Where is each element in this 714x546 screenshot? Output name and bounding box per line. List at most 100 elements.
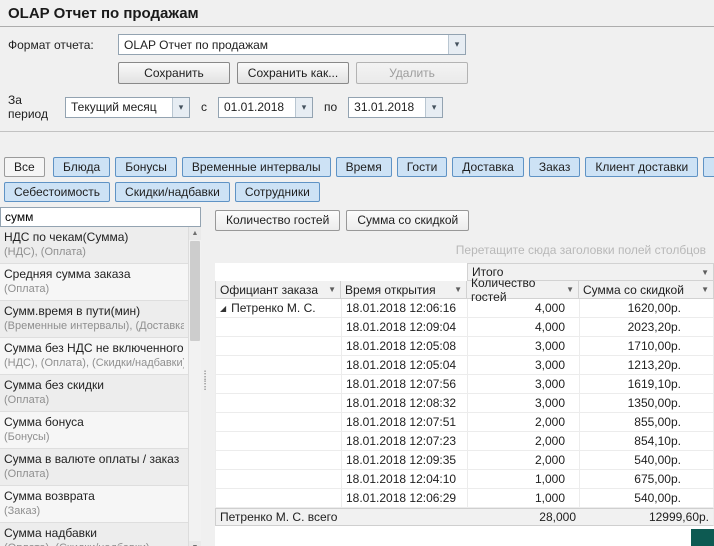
grid-total-header-row: Итого ▼ bbox=[215, 263, 714, 281]
table-row[interactable]: ◢Петренко М. С.18.01.2018 12:06:164,0001… bbox=[216, 299, 714, 318]
column-header-waiter[interactable]: Официант заказа ▼ bbox=[215, 281, 341, 299]
discount-sum-cell: 2023,20р. bbox=[580, 318, 714, 337]
field-list-item[interactable]: Сумма без НДС не включенного в с(НДС), (… bbox=[0, 338, 188, 375]
filter-chip[interactable]: Время bbox=[336, 157, 392, 177]
filter-dropdown-icon[interactable]: ▼ bbox=[328, 285, 336, 294]
filter-chip[interactable]: Клиент доставки bbox=[585, 157, 698, 177]
filter-chip[interactable]: Блюда bbox=[53, 157, 110, 177]
date-from-field[interactable]: 01.01.2018 ▾ bbox=[218, 97, 313, 118]
group-cell bbox=[216, 451, 342, 470]
field-search-input[interactable] bbox=[0, 207, 201, 227]
open-time-cell: 18.01.2018 12:07:23 bbox=[342, 432, 468, 451]
field-category: (Оплата) bbox=[4, 393, 184, 407]
filter-chip[interactable]: Бонусы bbox=[115, 157, 177, 177]
filter-dropdown-icon[interactable]: ▼ bbox=[701, 285, 709, 294]
scrollbar-thumb[interactable] bbox=[190, 241, 200, 341]
guest-count-cell: 3,000 bbox=[468, 356, 580, 375]
field-list-item[interactable]: Сумма надбавки(Оплата), (Скидки/надбавки… bbox=[0, 523, 188, 546]
chevron-down-icon[interactable]: ▾ bbox=[448, 35, 465, 54]
grid-total-row: Петренко М. С. всего 28,000 12999,60р. bbox=[215, 508, 714, 526]
filter-chip[interactable]: Сотрудники bbox=[235, 182, 320, 202]
report-format-value: OLAP Отчет по продажам bbox=[119, 38, 448, 52]
guest-count-cell: 2,000 bbox=[468, 432, 580, 451]
field-name: Сумм.время в пути(мин) bbox=[4, 304, 184, 319]
column-header-guest-count[interactable]: Количество гостей ▼ bbox=[467, 281, 579, 299]
field-panel: НДС по чекам(Сумма)(НДС), (Оплата)Средня… bbox=[0, 207, 201, 546]
group-cell: ◢ Петренко М. С. bbox=[216, 299, 342, 318]
table-row[interactable]: 18.01.2018 12:05:043,0001213,20р. bbox=[216, 356, 714, 375]
discount-sum-cell: 1350,00р. bbox=[580, 394, 714, 413]
field-list: НДС по чекам(Сумма)(НДС), (Оплата)Средня… bbox=[0, 227, 188, 546]
column-header-label: Время открытия bbox=[345, 283, 436, 297]
field-list-item[interactable]: Сумм.время в пути(мин)(Временные интерва… bbox=[0, 301, 188, 338]
measure-chip[interactable]: Количество гостей bbox=[215, 210, 340, 231]
discount-sum-cell: 1710,00р. bbox=[580, 337, 714, 356]
field-list-item[interactable]: Сумма без скидки(Оплата) bbox=[0, 375, 188, 412]
expand-icon[interactable]: ◢ bbox=[220, 304, 226, 313]
group-cell bbox=[216, 375, 342, 394]
group-cell bbox=[216, 432, 342, 451]
filter-chip-all[interactable]: Все bbox=[4, 157, 45, 177]
table-row[interactable]: 18.01.2018 12:04:101,000675,00р. bbox=[216, 470, 714, 489]
open-time-cell: 18.01.2018 12:09:04 bbox=[342, 318, 468, 337]
field-list-item[interactable]: Сумма бонуса(Бонусы) bbox=[0, 412, 188, 449]
filter-chip[interactable]: Корпорация bbox=[703, 157, 714, 177]
period-preset-select[interactable]: Текущий месяц ▾ bbox=[65, 97, 190, 118]
measure-chip[interactable]: Сумма со скидкой bbox=[346, 210, 469, 231]
discount-sum-cell: 1620,00р. bbox=[580, 299, 714, 318]
save-button[interactable]: Сохранить bbox=[118, 62, 230, 84]
scroll-down-icon[interactable]: ▼ bbox=[189, 541, 201, 546]
guest-count-cell: 3,000 bbox=[468, 394, 580, 413]
field-list-item[interactable]: НДС по чекам(Сумма)(НДС), (Оплата) bbox=[0, 227, 188, 264]
filter-chip[interactable]: Заказ bbox=[529, 157, 580, 177]
group-cell bbox=[216, 394, 342, 413]
scroll-up-icon[interactable]: ▲ bbox=[189, 227, 201, 240]
filter-chip[interactable]: Себестоимость bbox=[4, 182, 110, 202]
save-as-button[interactable]: Сохранить как... bbox=[237, 62, 349, 84]
field-list-scrollbar[interactable]: ▲ ▼ bbox=[188, 227, 201, 546]
total-sum-value: 12999,60р. bbox=[580, 509, 713, 525]
table-row[interactable]: 18.01.2018 12:07:232,000854,10р. bbox=[216, 432, 714, 451]
filter-chip[interactable]: Скидки/надбавки bbox=[115, 182, 230, 202]
delete-button[interactable]: Удалить bbox=[356, 62, 468, 84]
filter-dropdown-icon[interactable]: ▼ bbox=[566, 285, 574, 294]
field-list-item[interactable]: Сумма в валюте оплаты / заказ(Оплата) bbox=[0, 449, 188, 486]
page-title: OLAP Отчет по продажам bbox=[8, 5, 706, 22]
date-to-field[interactable]: 31.01.2018 ▾ bbox=[348, 97, 443, 118]
chevron-down-icon[interactable]: ▾ bbox=[172, 98, 189, 117]
field-name: Средняя сумма заказа bbox=[4, 267, 184, 282]
category-filter-bar: Все БлюдаБонусыВременные интервалыВремяГ… bbox=[0, 157, 714, 202]
field-list-item[interactable]: Средняя сумма заказа(Оплата) bbox=[0, 264, 188, 301]
table-row[interactable]: 18.01.2018 12:07:512,000855,00р. bbox=[216, 413, 714, 432]
filter-dropdown-icon[interactable]: ▼ bbox=[454, 285, 462, 294]
chevron-down-icon[interactable]: ▾ bbox=[295, 98, 312, 117]
guest-count-cell: 3,000 bbox=[468, 337, 580, 356]
field-category: (Оплата), (Скидки/надбавки) bbox=[4, 541, 184, 546]
table-row[interactable]: 18.01.2018 12:07:563,0001619,10р. bbox=[216, 375, 714, 394]
column-header-open-time[interactable]: Время открытия ▼ bbox=[341, 281, 467, 299]
group-label: Петренко М. С. bbox=[231, 301, 315, 315]
table-row[interactable]: 18.01.2018 12:09:352,000540,00р. bbox=[216, 451, 714, 470]
filter-chip[interactable]: Доставка bbox=[452, 157, 524, 177]
table-row[interactable]: 18.01.2018 12:06:291,000540,00р. bbox=[216, 489, 714, 508]
table-row[interactable]: 18.01.2018 12:08:323,0001350,00р. bbox=[216, 394, 714, 413]
chevron-down-icon[interactable]: ▾ bbox=[425, 98, 442, 117]
column-drop-hint: Перетащите сюда заголовки полей столбцов bbox=[215, 243, 706, 257]
panel-splitter[interactable]: ⁞ ⁞ bbox=[201, 207, 209, 546]
report-format-select[interactable]: OLAP Отчет по продажам ▾ bbox=[118, 34, 466, 55]
filter-row-1: Все БлюдаБонусыВременные интервалыВремяГ… bbox=[4, 157, 714, 177]
filter-dropdown-icon[interactable]: ▼ bbox=[701, 268, 709, 277]
field-list-item[interactable]: Сумма возврата(Заказ) bbox=[0, 486, 188, 523]
field-category: (Оплата) bbox=[4, 467, 184, 481]
pivot-area: Количество гостей Сумма со скидкой Перета… bbox=[209, 207, 714, 546]
guest-count-cell: 2,000 bbox=[468, 451, 580, 470]
field-category: (НДС), (Оплата) bbox=[4, 245, 184, 259]
field-list-wrap: НДС по чекам(Сумма)(НДС), (Оплата)Средня… bbox=[0, 227, 201, 546]
table-row[interactable]: 18.01.2018 12:09:044,0002023,20р. bbox=[216, 318, 714, 337]
filter-chip[interactable]: Временные интервалы bbox=[182, 157, 331, 177]
filter-chip[interactable]: Гости bbox=[397, 157, 448, 177]
column-header-discount-sum[interactable]: Сумма со скидкой ▼ bbox=[579, 281, 714, 299]
discount-sum-cell: 540,00р. bbox=[580, 489, 714, 508]
discount-sum-cell: 1619,10р. bbox=[580, 375, 714, 394]
table-row[interactable]: 18.01.2018 12:05:083,0001710,00р. bbox=[216, 337, 714, 356]
